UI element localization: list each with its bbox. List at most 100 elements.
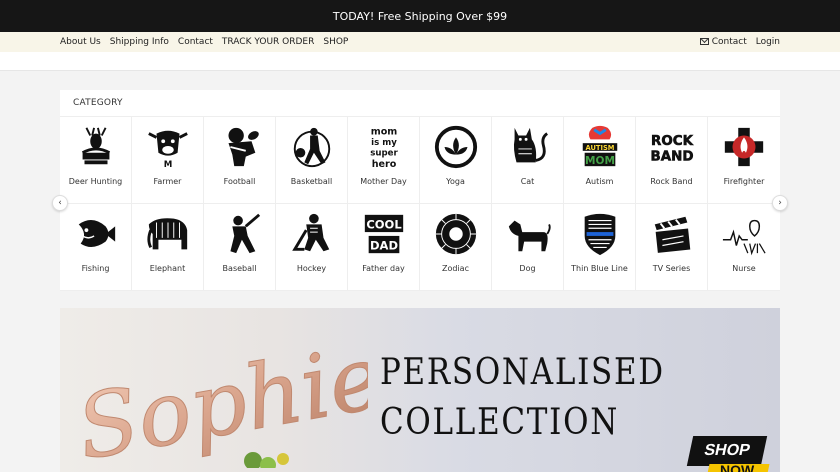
announcement-bar: TODAY! Free Shipping Over $99: [0, 0, 840, 32]
category-label: Thin Blue Line: [571, 264, 628, 273]
nav-account: Contact Login: [699, 32, 780, 52]
nav-shop[interactable]: SHOP: [323, 37, 348, 47]
category-label: Zodiac: [442, 264, 469, 273]
nav-links: About Us Shipping Info Contact TRACK YOU…: [60, 32, 348, 52]
svg-text:DAD: DAD: [370, 238, 398, 252]
svg-text:M: M: [164, 160, 173, 170]
category-label: Nurse: [732, 264, 756, 273]
category-cat[interactable]: Cat: [492, 117, 564, 204]
svg-text:hero: hero: [372, 159, 397, 170]
clapperboard-icon: [648, 209, 696, 259]
police-badge-icon: [576, 209, 624, 259]
category-fishing[interactable]: Fishing: [60, 204, 132, 291]
banner-heading: PERSONALISED COLLECTION: [380, 348, 724, 448]
deer-hunting-icon: [72, 122, 120, 172]
category-football[interactable]: Football: [204, 117, 276, 204]
category-deer-hunting[interactable]: Deer Hunting: [60, 117, 132, 204]
nav-shipping-info[interactable]: Shipping Info: [110, 37, 169, 47]
category-father-day[interactable]: COOL DAD Father day: [348, 204, 420, 291]
category-elephant[interactable]: Elephant: [132, 204, 204, 291]
svg-text:ROCK: ROCK: [651, 134, 694, 149]
carousel-next-button[interactable]: ›: [772, 195, 788, 211]
category-dog[interactable]: Dog: [492, 204, 564, 291]
category-label: Mother Day: [360, 177, 407, 186]
now-label: NOW: [720, 462, 755, 472]
category-zodiac[interactable]: Zodiac: [420, 204, 492, 291]
rock-band-icon: ROCK BAND: [648, 122, 696, 172]
category-label: Elephant: [149, 264, 186, 273]
category-label: Football: [223, 177, 256, 186]
category-firefighter[interactable]: Firefighter: [708, 117, 780, 204]
category-nurse[interactable]: Nurse: [708, 204, 780, 291]
nav-track-order[interactable]: TRACK YOUR ORDER: [222, 37, 314, 47]
banner-heading-line1: PERSONALISED: [380, 352, 665, 393]
category-label: Firefighter: [723, 177, 765, 186]
banner-heading-line2: COLLECTION: [380, 402, 620, 443]
nav-contact[interactable]: Contact: [178, 37, 213, 47]
cat-icon: [504, 122, 552, 172]
fish-icon: [72, 209, 120, 259]
category-basketball[interactable]: Basketball: [276, 117, 348, 204]
chevron-left-icon: ‹: [58, 198, 62, 208]
contact-link-label: Contact: [711, 37, 747, 47]
category-tv-series[interactable]: TV Series: [636, 204, 708, 291]
mom-text-icon: mom is my super hero: [360, 122, 408, 172]
svg-text:MOM: MOM: [585, 155, 615, 167]
category-title: CATEGORY: [73, 98, 123, 108]
script-name-art: Sophie: [69, 343, 368, 468]
carousel-prev-button[interactable]: ‹: [52, 195, 68, 211]
dog-icon: [504, 209, 552, 259]
category-label: Fishing: [81, 264, 110, 273]
category-label: Hockey: [296, 264, 327, 273]
category-label: Cat: [520, 177, 535, 186]
category-label: Basketball: [290, 177, 333, 186]
svg-text:mom: mom: [371, 127, 398, 138]
category-label: Yoga: [446, 177, 465, 186]
zodiac-wheel-icon: [432, 209, 480, 259]
category-thin-blue-line[interactable]: Thin Blue Line: [564, 204, 636, 291]
elephant-icon: [144, 209, 192, 259]
category-farmer[interactable]: M Farmer: [132, 117, 204, 204]
cool-dad-icon: COOL DAD: [360, 209, 408, 259]
category-label: Farmer: [153, 177, 182, 186]
chevron-right-icon: ›: [778, 198, 782, 208]
autism-mom-icon: AUTISM MOM: [576, 122, 624, 172]
category-label: Autism: [585, 177, 614, 186]
category-baseball[interactable]: Baseball: [204, 204, 276, 291]
category-mother-day[interactable]: mom is my super hero Mother Day: [348, 117, 420, 204]
basketball-player-icon: [288, 122, 336, 172]
shop-button-label: SHOP: [702, 442, 752, 459]
nav-about-us[interactable]: About Us: [60, 37, 101, 47]
category-label: Rock Band: [650, 177, 693, 186]
category-label: TV Series: [652, 264, 691, 273]
hockey-player-icon: [288, 209, 336, 259]
category-yoga[interactable]: Yoga: [420, 117, 492, 204]
svg-text:BAND: BAND: [651, 149, 694, 164]
category-autism[interactable]: AUTISM MOM Autism: [564, 117, 636, 204]
category-label: Father day: [362, 264, 405, 273]
top-nav: About Us Shipping Info Contact TRACK YOU…: [0, 32, 840, 52]
svg-text:AUTISM: AUTISM: [586, 144, 615, 152]
category-grid: Deer Hunting M Farmer Football Basketbal…: [60, 116, 780, 291]
lotus-icon: [432, 122, 480, 172]
svg-text:is my: is my: [371, 138, 397, 148]
category-rock-band[interactable]: ROCK BAND Rock Band: [636, 117, 708, 204]
category-panel: CATEGORY Deer Hunting M Farmer Football …: [60, 90, 780, 291]
category-label: Baseball: [222, 264, 257, 273]
header-spacer: [0, 52, 840, 71]
fire-cross-icon: [720, 122, 768, 172]
contact-link[interactable]: Contact: [699, 37, 747, 47]
promo-banner[interactable]: Sophie PERSONALISED COLLECTION SHOP NOW: [60, 308, 780, 472]
banner-script-text: Sophie: [70, 343, 368, 468]
category-label: Deer Hunting: [68, 177, 123, 186]
mail-icon: [699, 38, 709, 45]
login-link[interactable]: Login: [756, 37, 780, 47]
category-label: Dog: [519, 264, 536, 273]
category-hockey[interactable]: Hockey: [276, 204, 348, 291]
heartbeat-nurse-icon: [720, 209, 768, 259]
svg-text:super: super: [370, 149, 398, 159]
baseball-player-icon: [216, 209, 264, 259]
announcement-text: TODAY! Free Shipping Over $99: [332, 9, 508, 23]
svg-text:COOL: COOL: [366, 217, 402, 231]
cow-icon: M: [144, 122, 192, 172]
